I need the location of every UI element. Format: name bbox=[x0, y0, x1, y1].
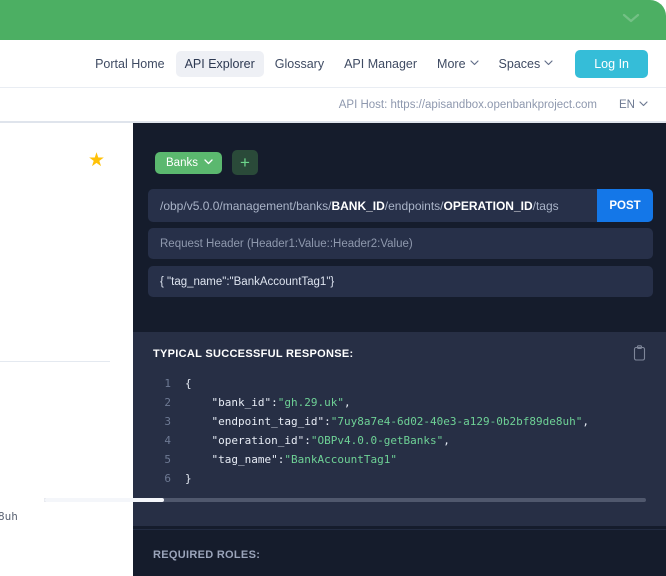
nav-item-label: API Manager bbox=[344, 57, 417, 71]
code-key: "bank_id" bbox=[212, 393, 272, 412]
nav-item-more[interactable]: More bbox=[428, 51, 487, 77]
code-value: "7uy8a7e4-6d02-40e3-a129-0b2bf89de8uh" bbox=[331, 412, 583, 431]
code-comma: , bbox=[582, 412, 589, 431]
nav-item-label: Spaces bbox=[499, 57, 541, 71]
code-indent bbox=[185, 412, 212, 431]
main-navigation: Portal Home API Explorer Glossary API Ma… bbox=[0, 40, 666, 88]
code-separator: : bbox=[304, 431, 311, 450]
code-value: "gh.29.uk" bbox=[278, 393, 344, 412]
code-value: "BankAccountTag1" bbox=[284, 450, 397, 469]
required-roles-title: REQUIRED ROLES: bbox=[153, 549, 260, 561]
nav-item-glossary[interactable]: Glossary bbox=[266, 51, 333, 77]
chevron-down-icon bbox=[470, 58, 479, 67]
code-line: 6} bbox=[145, 469, 654, 488]
nav-item-label: More bbox=[437, 57, 465, 71]
api-host-bar: API Host: https://apisandbox.openbankpro… bbox=[0, 88, 666, 123]
response-title: TYPICAL SUCCESSFUL RESPONSE: bbox=[153, 348, 354, 360]
nav-item-portal-home[interactable]: Portal Home bbox=[86, 51, 173, 77]
url-prefix: /obp/v5.0.0/management/banks/ bbox=[160, 199, 331, 213]
post-method-button[interactable]: POST bbox=[597, 189, 653, 222]
nav-item-api-manager[interactable]: API Manager bbox=[335, 51, 426, 77]
app-root: Portal Home API Explorer Glossary API Ma… bbox=[0, 0, 666, 576]
divider bbox=[0, 361, 110, 362]
code-indent bbox=[185, 431, 212, 450]
horizontal-scrollbar-thumb[interactable] bbox=[44, 498, 164, 502]
url-mid: /endpoints/ bbox=[385, 199, 444, 213]
typical-successful-response-card: TYPICAL SUCCESSFUL RESPONSE: 1{ 2 "bank_… bbox=[133, 332, 666, 526]
code-line: 3 "endpoint_tag_id":"7uy8a7e4-6d02-40e3-… bbox=[145, 412, 654, 431]
code-key: "operation_id" bbox=[212, 431, 305, 450]
line-number: 5 bbox=[145, 450, 171, 469]
nav-item-api-explorer[interactable]: API Explorer bbox=[176, 51, 264, 77]
endpoint-url[interactable]: /obp/v5.0.0/management/banks/BANK_ID/end… bbox=[148, 189, 597, 222]
language-selector[interactable]: EN bbox=[619, 99, 648, 111]
tag-row: Banks + bbox=[155, 150, 258, 175]
line-number: 4 bbox=[145, 431, 171, 450]
url-param-bank-id: BANK_ID bbox=[331, 199, 384, 213]
code-line: 4 "operation_id":"OBPv4.0.0-getBanks", bbox=[145, 431, 654, 450]
url-param-operation-id: OPERATION_ID bbox=[444, 199, 533, 213]
code-key: "endpoint_tag_id" bbox=[212, 412, 325, 431]
request-header-input[interactable]: Request Header (Header1:Value::Header2:V… bbox=[148, 228, 653, 259]
code-line: 5 "tag_name":"BankAccountTag1" bbox=[145, 450, 654, 469]
chevron-down-icon bbox=[544, 58, 553, 67]
code-separator: : bbox=[278, 450, 285, 469]
tag-pill-banks[interactable]: Banks bbox=[155, 152, 222, 174]
language-label: EN bbox=[619, 99, 635, 111]
code-comma: , bbox=[443, 431, 450, 450]
login-button[interactable]: Log In bbox=[575, 50, 648, 78]
line-number: 1 bbox=[145, 374, 171, 393]
chevron-down-icon bbox=[639, 99, 648, 108]
line-number: 3 bbox=[145, 412, 171, 431]
code-separator: : bbox=[324, 412, 331, 431]
code-value: "OBPv4.0.0-getBanks" bbox=[311, 431, 443, 450]
tag-pill-label: Banks bbox=[166, 157, 198, 169]
chevron-down-icon[interactable] bbox=[622, 12, 640, 24]
nav-item-spaces[interactable]: Spaces bbox=[490, 51, 563, 77]
code-comma: , bbox=[344, 393, 351, 412]
add-tag-button[interactable]: + bbox=[232, 150, 258, 175]
code-indent bbox=[185, 393, 212, 412]
code-line: 1{ bbox=[145, 374, 654, 393]
endpoint-url-row: /obp/v5.0.0/management/banks/BANK_ID/end… bbox=[148, 189, 653, 222]
code-text: } bbox=[185, 469, 192, 488]
code-key: "tag_name" bbox=[212, 450, 278, 469]
left-text-fragment: 8uh bbox=[0, 510, 18, 523]
star-icon[interactable]: ★ bbox=[88, 151, 105, 170]
code-text: { bbox=[185, 374, 192, 393]
nav-item-label: Glossary bbox=[275, 57, 324, 71]
code-separator: : bbox=[271, 393, 278, 412]
nav-item-label: Portal Home bbox=[95, 57, 164, 71]
line-number: 6 bbox=[145, 469, 171, 488]
nav-item-label: API Explorer bbox=[185, 57, 255, 71]
required-roles-section: REQUIRED ROLES: bbox=[133, 529, 666, 576]
url-suffix: /tags bbox=[533, 199, 559, 213]
clipboard-icon[interactable] bbox=[633, 345, 646, 361]
code-line: 2 "bank_id":"gh.29.uk", bbox=[145, 393, 654, 412]
horizontal-scrollbar-track[interactable] bbox=[44, 498, 646, 502]
chevron-down-icon bbox=[204, 157, 213, 166]
top-banner bbox=[0, 0, 666, 40]
code-indent bbox=[185, 450, 212, 469]
response-code-block[interactable]: 1{ 2 "bank_id":"gh.29.uk", 3 "endpoint_t… bbox=[145, 374, 654, 499]
request-body-input[interactable]: { "tag_name":"BankAccountTag1"} bbox=[148, 266, 653, 297]
left-content-column bbox=[0, 123, 133, 576]
line-number: 2 bbox=[145, 393, 171, 412]
api-host-label: API Host: https://apisandbox.openbankpro… bbox=[339, 99, 597, 111]
